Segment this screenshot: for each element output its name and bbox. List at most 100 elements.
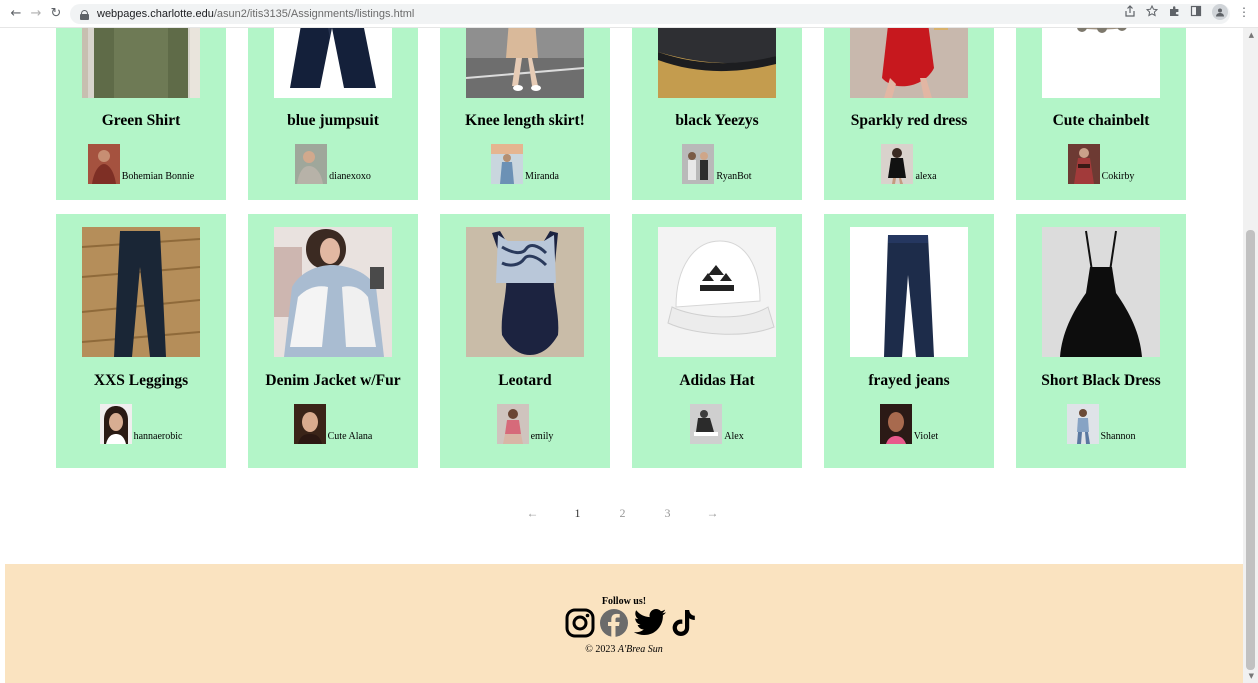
browser-menu-icon[interactable]: ⋮ (1238, 5, 1250, 19)
listing-card[interactable]: Leotard emily (440, 214, 610, 468)
scroll-down-arrow-icon[interactable]: ▼ (1249, 672, 1254, 680)
page-link-1[interactable]: 1 (555, 506, 600, 521)
seller-avatar[interactable] (295, 144, 328, 184)
seller-avatar[interactable] (1067, 144, 1100, 184)
listing-card[interactable]: frayed jeans Violet (824, 214, 994, 468)
listing-title[interactable]: Knee length skirt! (440, 112, 610, 130)
listing-title[interactable]: black Yeezys (632, 112, 802, 130)
listing-card[interactable]: black Yeezys RyanBot (632, 28, 802, 200)
seller-name: Alex (724, 431, 744, 442)
page-link-3[interactable]: 3 (645, 506, 690, 521)
seller-avatar[interactable] (690, 404, 723, 444)
follow-us-label: Follow us! (601, 596, 647, 607)
listing-title[interactable]: Denim Jacket w/Fur (248, 372, 418, 390)
listing-card[interactable]: Denim Jacket w/Fur Cute Alana (248, 214, 418, 468)
listing-title[interactable]: Sparkly red dress (824, 112, 994, 130)
back-arrow-icon: ← (10, 6, 22, 21)
product-image[interactable] (850, 227, 968, 357)
listing-title[interactable]: XXS Leggings (56, 372, 226, 390)
scrollbar-thumb[interactable] (1246, 230, 1255, 670)
listing-card[interactable]: Adidas Hat Alex (632, 214, 802, 468)
profile-avatar-icon[interactable] (1212, 4, 1228, 20)
instagram-icon[interactable] (565, 608, 595, 643)
listing-title[interactable]: Adidas Hat (632, 372, 802, 390)
author-name: A'Brea Sun (617, 644, 663, 655)
prev-page-arrow-icon[interactable]: ← (510, 506, 555, 521)
listing-title[interactable]: blue jumpsuit (248, 112, 418, 130)
seller-info[interactable]: emily (440, 404, 610, 444)
site-footer: Follow us! © 2023 A'Brea Sun (5, 564, 1243, 683)
scroll-up-arrow-icon[interactable]: ▲ (1249, 31, 1254, 39)
listings-row: XXS Leggings hannaerobic Denim Jacket w/… (56, 214, 1186, 468)
product-image[interactable] (274, 227, 392, 357)
facebook-icon[interactable] (599, 608, 629, 643)
seller-avatar[interactable] (491, 144, 524, 184)
url-host: webpages.charlotte.edu (97, 8, 214, 20)
page-link-2[interactable]: 2 (600, 506, 645, 521)
product-image[interactable] (466, 227, 584, 357)
seller-info[interactable]: hannaerobic (56, 404, 226, 444)
twitter-icon[interactable] (633, 608, 667, 643)
forward-arrow-icon: → (30, 6, 42, 21)
seller-avatar[interactable] (293, 404, 326, 444)
seller-avatar[interactable] (99, 404, 132, 444)
seller-name: Miranda (525, 171, 559, 182)
seller-avatar[interactable] (87, 144, 120, 184)
listing-title[interactable]: Short Black Dress (1016, 372, 1186, 390)
seller-info[interactable]: Shannon (1016, 404, 1186, 444)
forward-button[interactable]: → (26, 4, 46, 24)
listing-title[interactable]: Cute chainbelt (1016, 112, 1186, 130)
seller-name: Cute Alana (327, 431, 373, 442)
listing-title[interactable]: Leotard (440, 372, 610, 390)
listing-card[interactable]: Short Black Dress Shannon (1016, 214, 1186, 468)
seller-avatar[interactable] (682, 144, 715, 184)
listing-card[interactable]: Knee length skirt! Miranda (440, 28, 610, 200)
extensions-icon[interactable] (1168, 5, 1180, 20)
product-image[interactable] (82, 28, 200, 98)
seller-info[interactable]: Miranda (440, 144, 610, 184)
product-image[interactable] (274, 28, 392, 98)
listing-title[interactable]: Green Shirt (56, 112, 226, 130)
listing-card[interactable]: Cute chainbelt Cokirby (1016, 28, 1186, 200)
listing-card[interactable]: XXS Leggings hannaerobic (56, 214, 226, 468)
side-panel-icon[interactable] (1190, 5, 1202, 20)
seller-info[interactable]: Violet (824, 404, 994, 444)
seller-info[interactable]: RyanBot (632, 144, 802, 184)
listing-card[interactable]: Green Shirt Bohemian Bonnie (56, 28, 226, 200)
seller-info[interactable]: dianexoxo (248, 144, 418, 184)
seller-info[interactable]: Alex (632, 404, 802, 444)
product-image[interactable] (658, 28, 776, 98)
social-links (565, 608, 697, 643)
url-path: /asun2/itis3135/Assignments/listings.htm… (213, 8, 415, 20)
listings-row: Green Shirt Bohemian Bonnie blue jumpsui… (56, 28, 1186, 200)
copyright: © 2023 A'Brea Sun (5, 644, 1243, 655)
seller-name: alexa (915, 171, 937, 182)
product-image[interactable] (82, 227, 200, 357)
listing-card[interactable]: blue jumpsuit dianexoxo (248, 28, 418, 200)
seller-avatar[interactable] (881, 144, 914, 184)
seller-info[interactable]: Cute Alana (248, 404, 418, 444)
seller-name: Cokirby (1101, 171, 1135, 182)
product-image[interactable] (466, 28, 584, 98)
seller-info[interactable]: Cokirby (1016, 144, 1186, 184)
share-icon[interactable] (1124, 4, 1136, 20)
product-image[interactable] (1042, 28, 1160, 98)
listing-card[interactable]: Sparkly red dress alexa (824, 28, 994, 200)
seller-avatar[interactable] (1066, 404, 1099, 444)
seller-info[interactable]: alexa (824, 144, 994, 184)
back-button[interactable]: ← (6, 4, 26, 24)
reload-button[interactable]: ↻ (46, 4, 66, 24)
seller-name: hannaerobic (133, 431, 183, 442)
listing-title[interactable]: frayed jeans (824, 372, 994, 390)
address-bar[interactable]: webpages.charlotte.edu/asun2/itis3135/As… (70, 4, 1230, 24)
next-page-arrow-icon[interactable]: → (690, 506, 735, 521)
product-image[interactable] (850, 28, 968, 98)
product-image[interactable] (658, 227, 776, 357)
bookmark-star-icon[interactable] (1145, 4, 1159, 20)
seller-info[interactable]: Bohemian Bonnie (56, 144, 226, 184)
seller-name: Bohemian Bonnie (121, 171, 195, 182)
tiktok-icon[interactable] (671, 608, 697, 643)
seller-avatar[interactable] (879, 404, 912, 444)
product-image[interactable] (1042, 227, 1160, 357)
seller-avatar[interactable] (496, 404, 529, 444)
